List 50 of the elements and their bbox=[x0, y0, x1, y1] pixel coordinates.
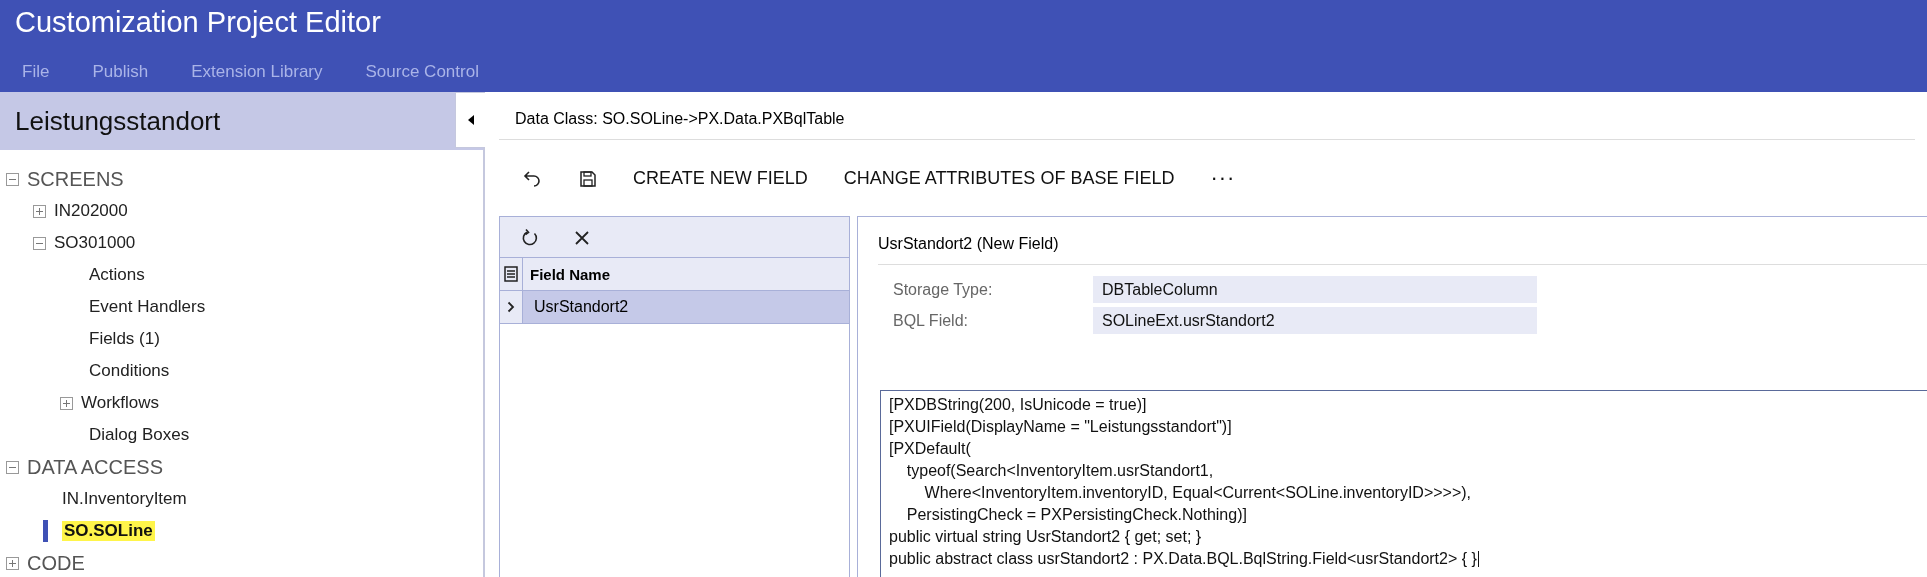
selection-marker bbox=[43, 520, 48, 542]
tree-item[interactable]: Workflows bbox=[81, 393, 160, 413]
toolbar-button[interactable]: CREATE NEW FIELD bbox=[619, 161, 822, 195]
code-line: PersistingCheck = PXPersistingCheck.Nothing)] bbox=[905, 505, 1247, 525]
expand-icon[interactable] bbox=[6, 556, 19, 570]
code-line: public abstract class usrStandort2 : PX.Data.BQL.BqlString.Field<usrStandort2> { } bbox=[889, 549, 1477, 569]
data-class-label: Data Class: SO.SOLine->PX.Data.PXBqlTable bbox=[499, 92, 1915, 140]
project-name: Leistungsstandort bbox=[15, 105, 221, 137]
tree-item[interactable]: Dialog Boxes bbox=[89, 425, 190, 445]
refresh-icon bbox=[520, 228, 540, 248]
code-line: typeof(Search<InventoryItem.usrStandort1, bbox=[905, 461, 1214, 481]
tree-item[interactable]: Actions bbox=[89, 265, 145, 285]
text-cursor bbox=[1477, 551, 1479, 567]
save-icon bbox=[579, 170, 597, 188]
collapse-icon[interactable] bbox=[6, 460, 19, 474]
window-title: Customization Project Editor bbox=[14, 5, 382, 40]
tree-item[interactable]: Conditions bbox=[89, 361, 170, 381]
field-label: Storage Type: bbox=[892, 280, 994, 299]
field-title: UsrStandort2 (New Field) bbox=[878, 217, 1927, 265]
undo-icon bbox=[523, 169, 543, 189]
tree-item[interactable]: Fields (1) bbox=[89, 329, 160, 349]
chevron-right-icon bbox=[507, 301, 515, 313]
tree-item[interactable]: SCREENS bbox=[27, 167, 124, 191]
code-editor[interactable] bbox=[880, 390, 1927, 577]
left-triangle-icon bbox=[466, 114, 475, 126]
code-line: Where<InventoryItem.inventoryID, Equal<Current<SOLine.inventoryID>>>>), bbox=[923, 483, 1472, 503]
input-field[interactable]: SOLineExt.usrStandort2 bbox=[1093, 307, 1537, 334]
tree-item[interactable]: DATA ACCESS bbox=[27, 455, 163, 479]
tree-item[interactable]: Event Handlers bbox=[89, 297, 206, 317]
tree-item[interactable]: IN202000 bbox=[54, 201, 128, 221]
input-field[interactable]: DBTableColumn bbox=[1093, 276, 1537, 303]
close-icon bbox=[574, 230, 590, 246]
collapse-icon[interactable] bbox=[33, 236, 46, 250]
code-line: [PXUIField(DisplayName = "Leistungsstandort")] bbox=[889, 417, 1232, 437]
field-label: BQL Field: bbox=[892, 311, 969, 330]
tree-item[interactable]: SO301000 bbox=[54, 233, 136, 253]
toolbar-button[interactable]: CHANGE ATTRIBUTES OF BASE FIELD bbox=[829, 161, 1189, 195]
more-button[interactable]: ··· bbox=[1196, 159, 1250, 197]
column-header[interactable]: Field Name bbox=[523, 265, 611, 283]
collapse-icon[interactable] bbox=[6, 172, 19, 186]
expand-icon[interactable] bbox=[33, 204, 46, 218]
table-cell-text: UsrStandort2 bbox=[533, 298, 629, 316]
tree-item[interactable]: CODE bbox=[27, 551, 85, 575]
tree-item[interactable]: SO.SOLine bbox=[62, 521, 155, 541]
code-line: [PXDefault( bbox=[889, 439, 971, 459]
grid-row[interactable]: UsrStandort2 bbox=[500, 291, 849, 324]
code-line: [PXDBString(200, IsUnicode = true)] bbox=[889, 395, 1147, 415]
expand-icon[interactable] bbox=[60, 396, 73, 410]
code-line: public virtual string UsrStandort2 { get; set; } bbox=[889, 527, 1202, 547]
tree-item[interactable]: IN.InventoryItem bbox=[62, 489, 187, 509]
